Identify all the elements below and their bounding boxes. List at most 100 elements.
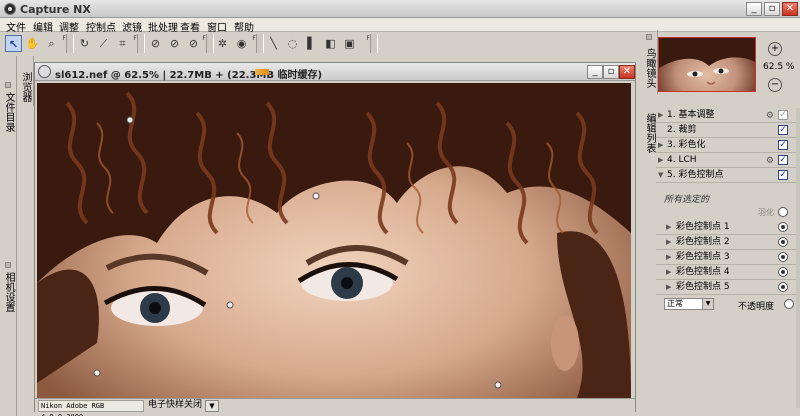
panel-toggle-icon[interactable] bbox=[646, 34, 652, 40]
edit-step-color-control-points[interactable]: ▼ 5. 彩色控制点 ✓ bbox=[656, 168, 796, 183]
fill-tool-icon[interactable]: ◧ bbox=[322, 35, 339, 52]
doc-minimize-button[interactable]: _ bbox=[587, 65, 603, 79]
edit-step-basic-adjust[interactable]: ▶ 1. 基本调整 ⚙ ✓ bbox=[656, 108, 796, 123]
panel-toggle-icon[interactable] bbox=[5, 262, 11, 268]
left-panel-strip: 文件目录 相机设置 bbox=[0, 56, 17, 416]
doc-maximize-button[interactable]: ▫ bbox=[603, 65, 619, 79]
document-window: sl612.nef @ 62.5% | 22.7MB + (22.3MB 临时缓… bbox=[34, 62, 636, 416]
birds-eye-thumbnail[interactable] bbox=[658, 37, 756, 92]
expand-arrow-icon[interactable]: ▶ bbox=[658, 138, 663, 152]
tab-file-directory[interactable]: 文件目录 bbox=[2, 92, 15, 132]
zoom-out-icon[interactable]: − bbox=[768, 78, 782, 92]
edit-step-colorize[interactable]: ▶ 3. 彩色化 ✓ bbox=[656, 138, 796, 153]
gear-icon[interactable]: ⚙ bbox=[766, 109, 774, 123]
photo-canvas[interactable] bbox=[37, 83, 631, 398]
birds-eye-panel-tab: 鸟瞰镜头 bbox=[642, 30, 658, 94]
toolbar-separator bbox=[370, 34, 378, 53]
control-point-radio[interactable] bbox=[778, 282, 788, 292]
panel-toggle-icon[interactable] bbox=[5, 82, 11, 88]
menu-bar: 文件 编辑 调整 控制点 滤镜 批处理 查看 窗口 帮助 bbox=[0, 18, 800, 34]
close-button[interactable]: ✕ bbox=[782, 2, 798, 16]
pencil-icon bbox=[255, 69, 269, 75]
tab-birds-eye[interactable]: 鸟瞰镜头 bbox=[643, 44, 656, 92]
lasso-tool-icon[interactable]: ◌ bbox=[284, 35, 301, 52]
crop-tool-icon[interactable]: ⌗ bbox=[114, 35, 131, 52]
step-checkbox[interactable]: ✓ bbox=[778, 125, 788, 135]
toolbar-separator bbox=[206, 34, 214, 53]
toolbar-separator bbox=[256, 34, 264, 53]
edit-step-label: 5. 彩色控制点 bbox=[667, 170, 724, 180]
expand-arrow-icon[interactable]: ▶ bbox=[666, 235, 671, 249]
opacity-radio[interactable] bbox=[784, 299, 794, 309]
capture-nx-app: Capture NX _ ▫ ✕ 文件 编辑 调整 控制点 滤镜 批处理 查看 … bbox=[0, 0, 800, 416]
title-bar: Capture NX _ ▫ ✕ bbox=[0, 0, 800, 18]
minimize-button[interactable]: _ bbox=[746, 2, 762, 16]
expand-arrow-icon[interactable]: ▶ bbox=[666, 280, 671, 294]
edit-list: ▶ 1. 基本调整 ⚙ ✓ 2. 裁剪 ✓ ▶ 3. 彩色化 ✓ ▶ 4. LC… bbox=[656, 108, 796, 314]
control-point-row[interactable]: ▶ 彩色控制点 3 bbox=[656, 250, 796, 265]
control-point-radio[interactable] bbox=[778, 237, 788, 247]
neutral-point-tool-icon[interactable]: ⊘ bbox=[166, 35, 183, 52]
app-title: Capture NX bbox=[20, 3, 91, 16]
zoom-in-icon[interactable]: + bbox=[768, 42, 782, 56]
tab-edit-list[interactable]: 编辑列表 bbox=[643, 108, 656, 158]
expand-arrow-icon[interactable]: ▶ bbox=[666, 220, 671, 234]
control-point-label: 彩色控制点 3 bbox=[676, 252, 730, 262]
color-control-point-icon[interactable]: ✲ bbox=[214, 35, 231, 52]
step-checkbox[interactable]: ✓ bbox=[778, 155, 788, 165]
control-point-radio[interactable] bbox=[778, 222, 788, 232]
feather-label: 羽化 bbox=[758, 208, 774, 217]
feather-radio[interactable] bbox=[778, 207, 788, 217]
selected-label: 所有选定的 bbox=[664, 195, 710, 205]
straighten-tool-icon[interactable]: ⟋ bbox=[95, 35, 112, 52]
collapse-arrow-icon[interactable]: ▼ bbox=[658, 168, 663, 182]
control-point-row[interactable]: ▶ 彩色控制点 1 bbox=[656, 220, 796, 235]
white-point-tool-icon[interactable]: ⊘ bbox=[185, 35, 202, 52]
blend-mode-dropdown-icon[interactable]: ▼ bbox=[702, 299, 713, 309]
expand-arrow-icon[interactable]: ▶ bbox=[666, 265, 671, 279]
document-status-bar: Nikon Adobe RGB 4.0.0.3000 电子快样关闭 ▼ bbox=[35, 398, 635, 416]
gradient-tool-icon[interactable]: ▌ bbox=[303, 35, 320, 52]
control-point-radio[interactable] bbox=[778, 267, 788, 277]
edit-list-scrollbar[interactable] bbox=[796, 108, 800, 408]
tab-camera-settings[interactable]: 相机设置 bbox=[2, 272, 15, 312]
control-point-row[interactable]: ▶ 彩色控制点 4 bbox=[656, 265, 796, 280]
photo-image bbox=[37, 83, 631, 398]
tab-browser[interactable]: 浏览器 bbox=[19, 70, 32, 104]
edit-step-lch[interactable]: ▶ 4. LCH ⚙ ✓ bbox=[656, 153, 796, 168]
soft-proof-dropdown-icon[interactable]: ▼ bbox=[205, 400, 219, 412]
red-eye-tool-icon[interactable]: ◉ bbox=[233, 35, 250, 52]
direct-select-tool-icon[interactable]: ↖ bbox=[5, 35, 22, 52]
step-checkbox[interactable]: ✓ bbox=[778, 140, 788, 150]
opacity-label: 不透明度 bbox=[738, 302, 775, 312]
rotate-tool-icon[interactable]: ↻ bbox=[76, 35, 93, 52]
edit-list-empty-area bbox=[656, 313, 796, 416]
gear-icon[interactable]: ⚙ bbox=[766, 154, 774, 168]
toolbar: ↖ ✋ ⌕ F2 ↻ ⟋ ⌗ F3 ⊘ ⊘ ⊘ F4 ✲ ◉ F5 ╲ ◌ ▌ … bbox=[0, 32, 642, 56]
edit-step-label: 3. 彩色化 bbox=[667, 140, 706, 150]
control-point-label: 彩色控制点 2 bbox=[676, 237, 730, 247]
toolbar-separator bbox=[66, 34, 74, 53]
control-point-row[interactable]: ▶ 彩色控制点 2 bbox=[656, 235, 796, 250]
selection-tool-icon[interactable]: ▣ bbox=[341, 35, 358, 52]
doc-close-button[interactable]: ✕ bbox=[619, 65, 635, 79]
maximize-button[interactable]: ▫ bbox=[764, 2, 780, 16]
hand-tool-icon[interactable]: ✋ bbox=[24, 35, 41, 52]
control-point-label: 彩色控制点 4 bbox=[676, 267, 730, 277]
document-icon bbox=[38, 65, 51, 78]
expand-arrow-icon[interactable]: ▶ bbox=[666, 250, 671, 264]
edit-step-crop[interactable]: 2. 裁剪 ✓ bbox=[656, 123, 796, 138]
expand-arrow-icon[interactable]: ▶ bbox=[658, 153, 663, 167]
zoom-control: + 62.5 % − bbox=[760, 40, 798, 95]
blend-row: 正常 ▼ 不透明度 bbox=[656, 296, 796, 312]
brush-tool-icon[interactable]: ╲ bbox=[265, 35, 282, 52]
expand-arrow-icon[interactable]: ▶ bbox=[658, 108, 663, 122]
zoom-tool-icon[interactable]: ⌕ bbox=[43, 35, 60, 52]
control-point-label: 彩色控制点 5 bbox=[676, 282, 730, 292]
control-point-row[interactable]: ▶ 彩色控制点 5 bbox=[656, 280, 796, 295]
black-point-tool-icon[interactable]: ⊘ bbox=[147, 35, 164, 52]
control-point-radio[interactable] bbox=[778, 252, 788, 262]
step-checkbox[interactable]: ✓ bbox=[778, 110, 788, 120]
step-checkbox[interactable]: ✓ bbox=[778, 170, 788, 180]
edit-step-label: 4. LCH bbox=[667, 155, 697, 165]
